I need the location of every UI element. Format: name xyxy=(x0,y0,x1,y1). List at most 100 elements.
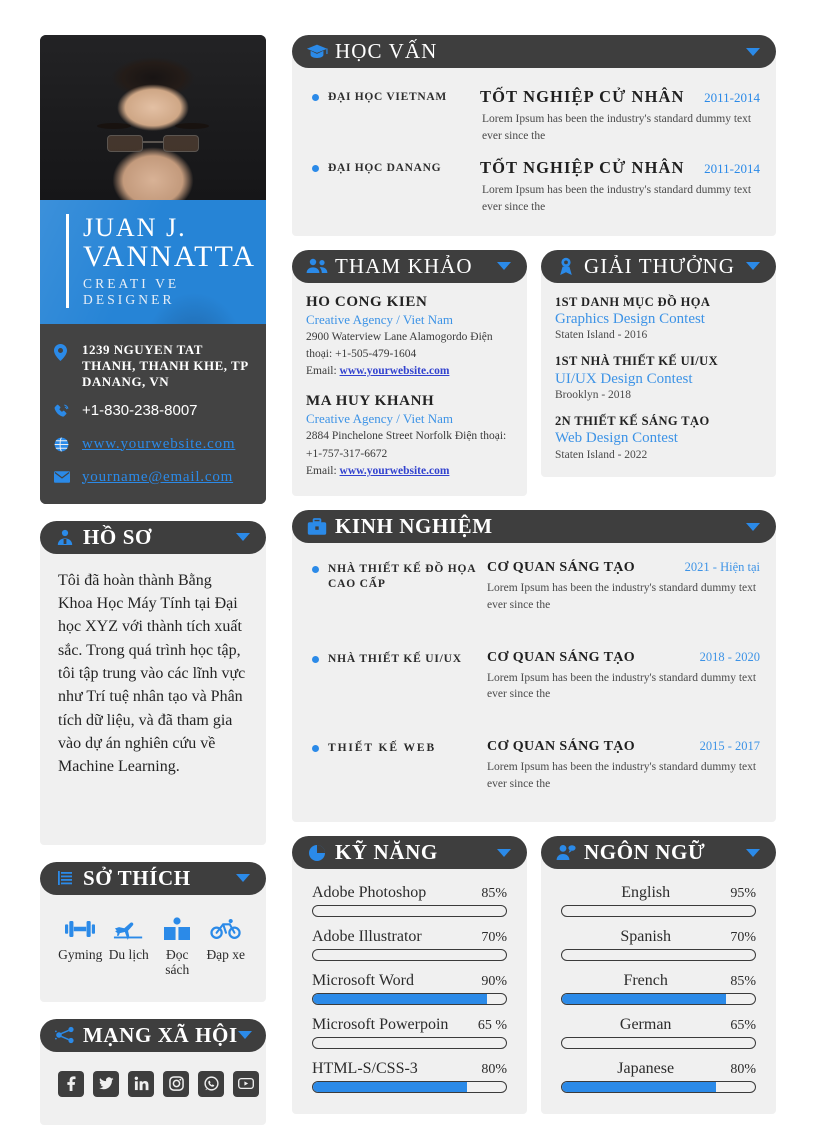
education-desc: Lorem Ipsum has been the industry's stan… xyxy=(482,113,752,142)
reference-email-row: Email: www.yourwebsite.com xyxy=(306,363,513,380)
chevron-down-icon[interactable] xyxy=(237,1031,252,1040)
contact-phone[interactable]: +1-830-238-8007 xyxy=(54,402,252,424)
experience-year: 2015 - 2017 xyxy=(699,738,760,753)
email-text[interactable]: yourname@email.com xyxy=(82,468,233,487)
envelope-icon xyxy=(54,468,74,488)
section-header-references[interactable]: THAM KHẢO xyxy=(292,249,527,283)
glasses-detail xyxy=(107,135,199,152)
section-social: MẠNG XÃ HỘI xyxy=(40,1018,266,1125)
experience-desc: Lorem Ipsum has been the industry's stan… xyxy=(487,760,757,790)
section-awards: GIẢI THƯỞNG 1ST DANH MỤC ĐỒ HỌA Graphics… xyxy=(541,249,776,497)
education-school: ĐẠI HỌC VIETNAM xyxy=(328,91,447,103)
language-percent: 70% xyxy=(730,930,756,946)
experience-org: CƠ QUAN SÁNG TẠO xyxy=(487,738,636,754)
reference-org: Creative Agency / Viet Nam xyxy=(306,411,453,427)
chevron-down-icon[interactable] xyxy=(746,47,760,56)
profile-card: JUAN J. VANNATTA CREATI VE DESIGNER 1239… xyxy=(40,35,266,504)
award-contest: Graphics Design Contest xyxy=(555,310,705,327)
hobby-item[interactable]: Gyming xyxy=(56,914,105,978)
chevron-down-icon[interactable] xyxy=(497,262,511,271)
facebook-icon[interactable] xyxy=(58,1070,84,1097)
award-title: 1ST DANH MỤC ĐỒ HỌA xyxy=(555,294,711,309)
section-title: MẠNG XÃ HỘI xyxy=(83,1022,238,1047)
youtube-icon[interactable] xyxy=(233,1070,259,1097)
language-percent: 95% xyxy=(730,886,756,902)
contact-email[interactable]: yourname@email.com xyxy=(54,468,252,488)
section-header-languages[interactable]: NGÔN NGỮ xyxy=(541,836,776,870)
section-experience: KINH NGHIỆM NHÀ THIẾT KẾ ĐỒ HỌA CAO CẤP … xyxy=(292,510,776,823)
network-share-icon xyxy=(54,1024,76,1046)
hobby-label: Du lịch xyxy=(108,946,149,962)
section-header-skills[interactable]: KỸ NĂNG xyxy=(292,836,527,870)
awards-card-body: 1ST DANH MỤC ĐỒ HỌA Graphics Design Cont… xyxy=(541,265,776,477)
contact-address: 1239 NGUYEN TAT THANH, THANH KHE, TP DAN… xyxy=(54,342,252,391)
award-contest: Web Design Contest xyxy=(555,430,678,447)
hobby-item[interactable]: Đọc sách xyxy=(153,914,202,978)
hobbies-card-body: Gyming Du lịch Đọc sách Đạp xe xyxy=(40,877,266,1002)
section-header-experience[interactable]: KINH NGHIỆM xyxy=(292,510,776,544)
section-header-awards[interactable]: GIẢI THƯỞNG xyxy=(541,249,776,283)
hobbies-icon xyxy=(54,867,76,889)
skill-progress-bar xyxy=(312,993,507,1006)
section-education: HỌC VẤN ĐẠI HỌC VIETNAM TỐT NGHIỆP CỬ NH… xyxy=(292,35,776,236)
language-row: Spanish 70% xyxy=(555,924,762,968)
linkedin-icon[interactable] xyxy=(128,1070,154,1097)
experience-item: NHÀ THIẾT KẾ ĐỒ HỌA CAO CẤP CƠ QUAN SÁNG… xyxy=(306,554,762,643)
section-header-profile[interactable]: HỒ SƠ xyxy=(40,520,266,554)
section-header-education[interactable]: HỌC VẤN xyxy=(292,35,776,68)
section-hobbies: SỞ THÍCH Gyming Du lịch Đọc sách Đạp xe xyxy=(40,861,266,1002)
section-profile: HỒ SƠ Tôi đã hoàn thành Bằng Khoa Học Má… xyxy=(40,520,266,845)
hobby-label: Gyming xyxy=(58,946,103,962)
experience-item: THIẾT KẾ WEB CƠ QUAN SÁNG TẠO 2015 - 201… xyxy=(306,733,762,808)
reference-email-link[interactable]: www.yourwebsite.com xyxy=(340,465,450,477)
chevron-down-icon[interactable] xyxy=(746,522,760,531)
language-progress-bar xyxy=(561,993,756,1006)
section-header-hobbies[interactable]: SỞ THÍCH xyxy=(40,861,266,895)
education-degree: TỐT NGHIỆP CỬ NHÂN xyxy=(480,158,685,178)
chevron-down-icon[interactable] xyxy=(497,848,511,857)
skill-name: Microsoft Powerpoin xyxy=(312,1016,449,1034)
languages-card-body: English 95% Spanish 70% French 85% Germa… xyxy=(541,852,776,1115)
award-place: Staten Island - 2022 xyxy=(555,448,648,461)
section-header-social[interactable]: MẠNG XÃ HỘI xyxy=(40,1018,266,1052)
chevron-down-icon[interactable] xyxy=(746,262,760,271)
pie-chart-icon xyxy=(306,842,328,864)
portrait-photo xyxy=(40,35,266,200)
section-title: GIẢI THƯỞNG xyxy=(584,253,736,278)
reference-org: Creative Agency / Viet Nam xyxy=(306,311,453,327)
instagram-icon[interactable] xyxy=(163,1070,189,1097)
chevron-down-icon[interactable] xyxy=(236,533,250,542)
location-pin-icon xyxy=(54,342,74,366)
chevron-down-icon[interactable] xyxy=(746,848,760,857)
language-progress-bar xyxy=(561,1081,756,1094)
language-row: Japanese 80% xyxy=(555,1056,762,1100)
graduation-cap-icon xyxy=(306,41,328,63)
phone-icon xyxy=(54,402,74,424)
award-title: 2N THIẾT KẾ SÁNG TẠO xyxy=(555,414,710,429)
website-text[interactable]: www.yourwebsite.com xyxy=(82,435,235,454)
chevron-down-icon[interactable] xyxy=(236,874,250,883)
bullet-dot-icon xyxy=(312,655,319,663)
skill-progress-bar xyxy=(312,905,507,918)
reference-address: 2900 Waterview Lane Alamogordo Điện thoạ… xyxy=(306,330,493,360)
skill-percent: 65 % xyxy=(477,1018,507,1034)
photo-detail xyxy=(97,123,131,129)
skill-percent: 85% xyxy=(481,886,507,902)
twitter-icon[interactable] xyxy=(93,1070,119,1097)
education-desc: Lorem Ipsum has been the industry's stan… xyxy=(482,184,752,214)
name-banner: JUAN J. VANNATTA CREATI VE DESIGNER xyxy=(40,200,266,324)
reference-email-link[interactable]: www.yourwebsite.com xyxy=(340,365,450,377)
hobby-item[interactable]: Đạp xe xyxy=(202,914,251,978)
contact-list: 1239 NGUYEN TAT THANH, THANH KHE, TP DAN… xyxy=(40,323,266,504)
experience-org: CƠ QUAN SÁNG TẠO xyxy=(487,649,636,665)
whatsapp-icon[interactable] xyxy=(198,1070,224,1097)
hobby-item[interactable]: Du lịch xyxy=(105,914,154,978)
bullet-dot-icon xyxy=(312,94,319,101)
contact-website[interactable]: www.yourwebsite.com xyxy=(54,435,252,457)
award-place: Staten Island - 2016 xyxy=(555,329,648,342)
section-skills: KỸ NĂNG Adobe Photoshop 85% Adobe Illust… xyxy=(292,836,527,1115)
references-awards-row: THAM KHẢO HO CONG KIEN Creative Agency /… xyxy=(292,249,776,497)
award-contest: UI/UX Design Contest xyxy=(555,370,693,387)
person-speech-icon xyxy=(555,842,577,864)
bullet-dot-icon xyxy=(312,744,319,752)
